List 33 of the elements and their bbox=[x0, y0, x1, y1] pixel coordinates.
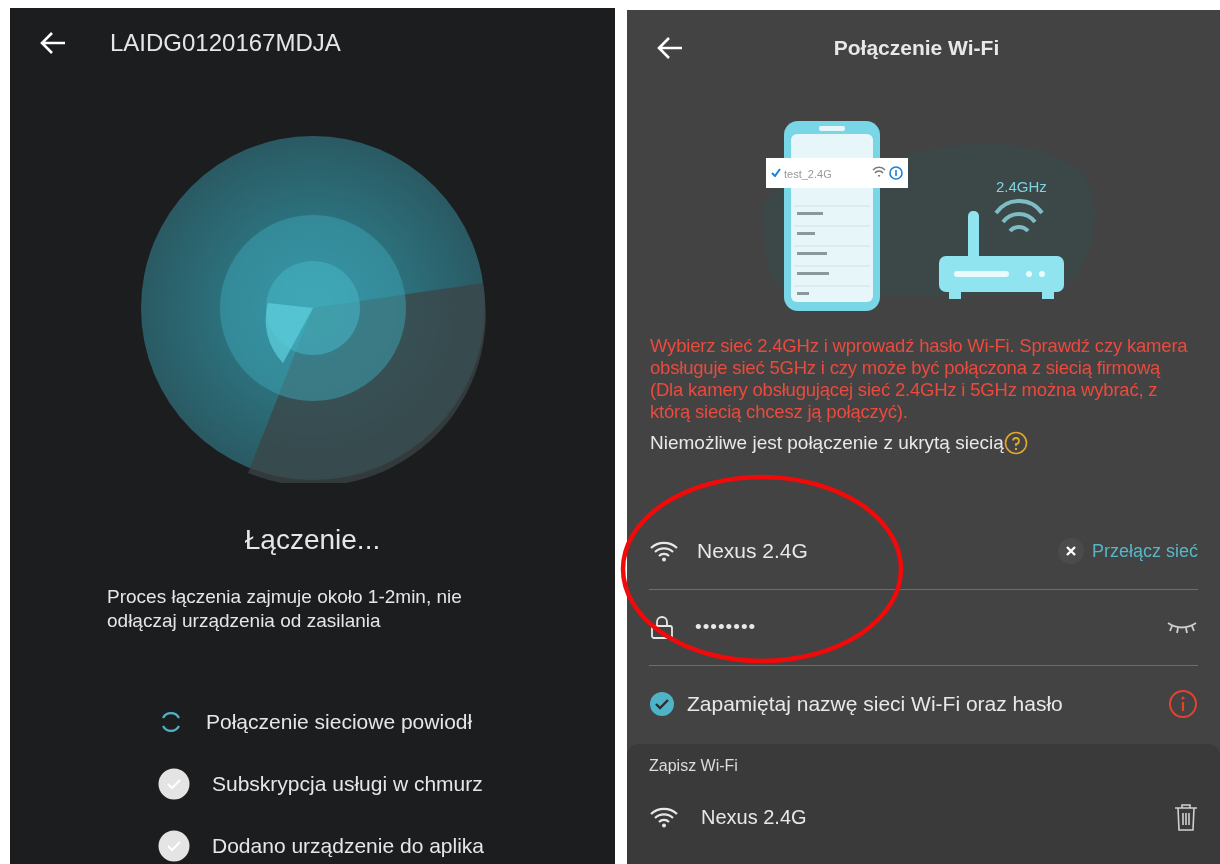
info-icon bbox=[888, 166, 903, 180]
network-name: Nexus 2.4G bbox=[697, 538, 809, 565]
step-label: Subskrypcja usługi w chmurz bbox=[212, 771, 483, 798]
step-label: Dodano urządzenie do aplika bbox=[212, 833, 485, 860]
saved-network-name[interactable]: Nexus 2.4G bbox=[701, 802, 1174, 832]
lock-icon bbox=[649, 614, 675, 640]
warning-text: Wybierz sieć 2.4GHz i wprowadź hasło Wi-Fi. Sprawdź czy kamera obsługuje sieć 5GHz i czy może być połączona z siecią firmową (Dla kamery obsługującej sieć 2.4GHz i 5GHz można wybrać, z którą siecią chcesz ją połączyć). bbox=[649, 335, 1189, 423]
check-circle-icon bbox=[158, 829, 190, 862]
screen-title: LAIDG0120167MDJA bbox=[110, 28, 341, 59]
password-field[interactable]: •••••••• bbox=[693, 611, 1166, 643]
section-title: Zapisz Wi-Fi bbox=[649, 756, 739, 776]
connecting-status: Łączenie... bbox=[244, 523, 381, 555]
back-arrow-icon[interactable] bbox=[657, 36, 683, 60]
band-label: 2.4GHz bbox=[995, 178, 1047, 195]
close-icon bbox=[1065, 546, 1076, 556]
remember-label: Zapamiętaj nazwę sieci Wi-Fi oraz hasło bbox=[687, 690, 1064, 717]
connecting-description: Proces łączenia zajmuje około 1-2min, nie odłączaj urządzenia od zasilania bbox=[106, 584, 463, 633]
check-icon bbox=[770, 168, 781, 178]
trash-icon[interactable] bbox=[1174, 803, 1198, 831]
hidden-network-note: Niemożliwe jest połączenie z ukrytą siecią bbox=[650, 431, 1004, 455]
switch-network-link[interactable]: Przełącz sieć bbox=[1091, 537, 1198, 565]
screen-title: Połączenie Wi-Fi bbox=[832, 35, 1001, 62]
wifi-icon bbox=[649, 540, 679, 562]
wifi-icon bbox=[649, 806, 679, 828]
help-icon[interactable] bbox=[1003, 431, 1028, 456]
checkbox[interactable] bbox=[649, 690, 675, 717]
wifi-icon bbox=[871, 166, 886, 177]
eye-closed-icon[interactable] bbox=[1166, 620, 1198, 634]
back-arrow-icon[interactable] bbox=[40, 31, 66, 56]
network-name-label: test_2.4G bbox=[783, 168, 832, 180]
step-label: Połączenie sieciowe powiodł bbox=[206, 709, 473, 736]
check-circle-icon bbox=[158, 767, 190, 800]
clear-button[interactable] bbox=[1057, 538, 1084, 564]
